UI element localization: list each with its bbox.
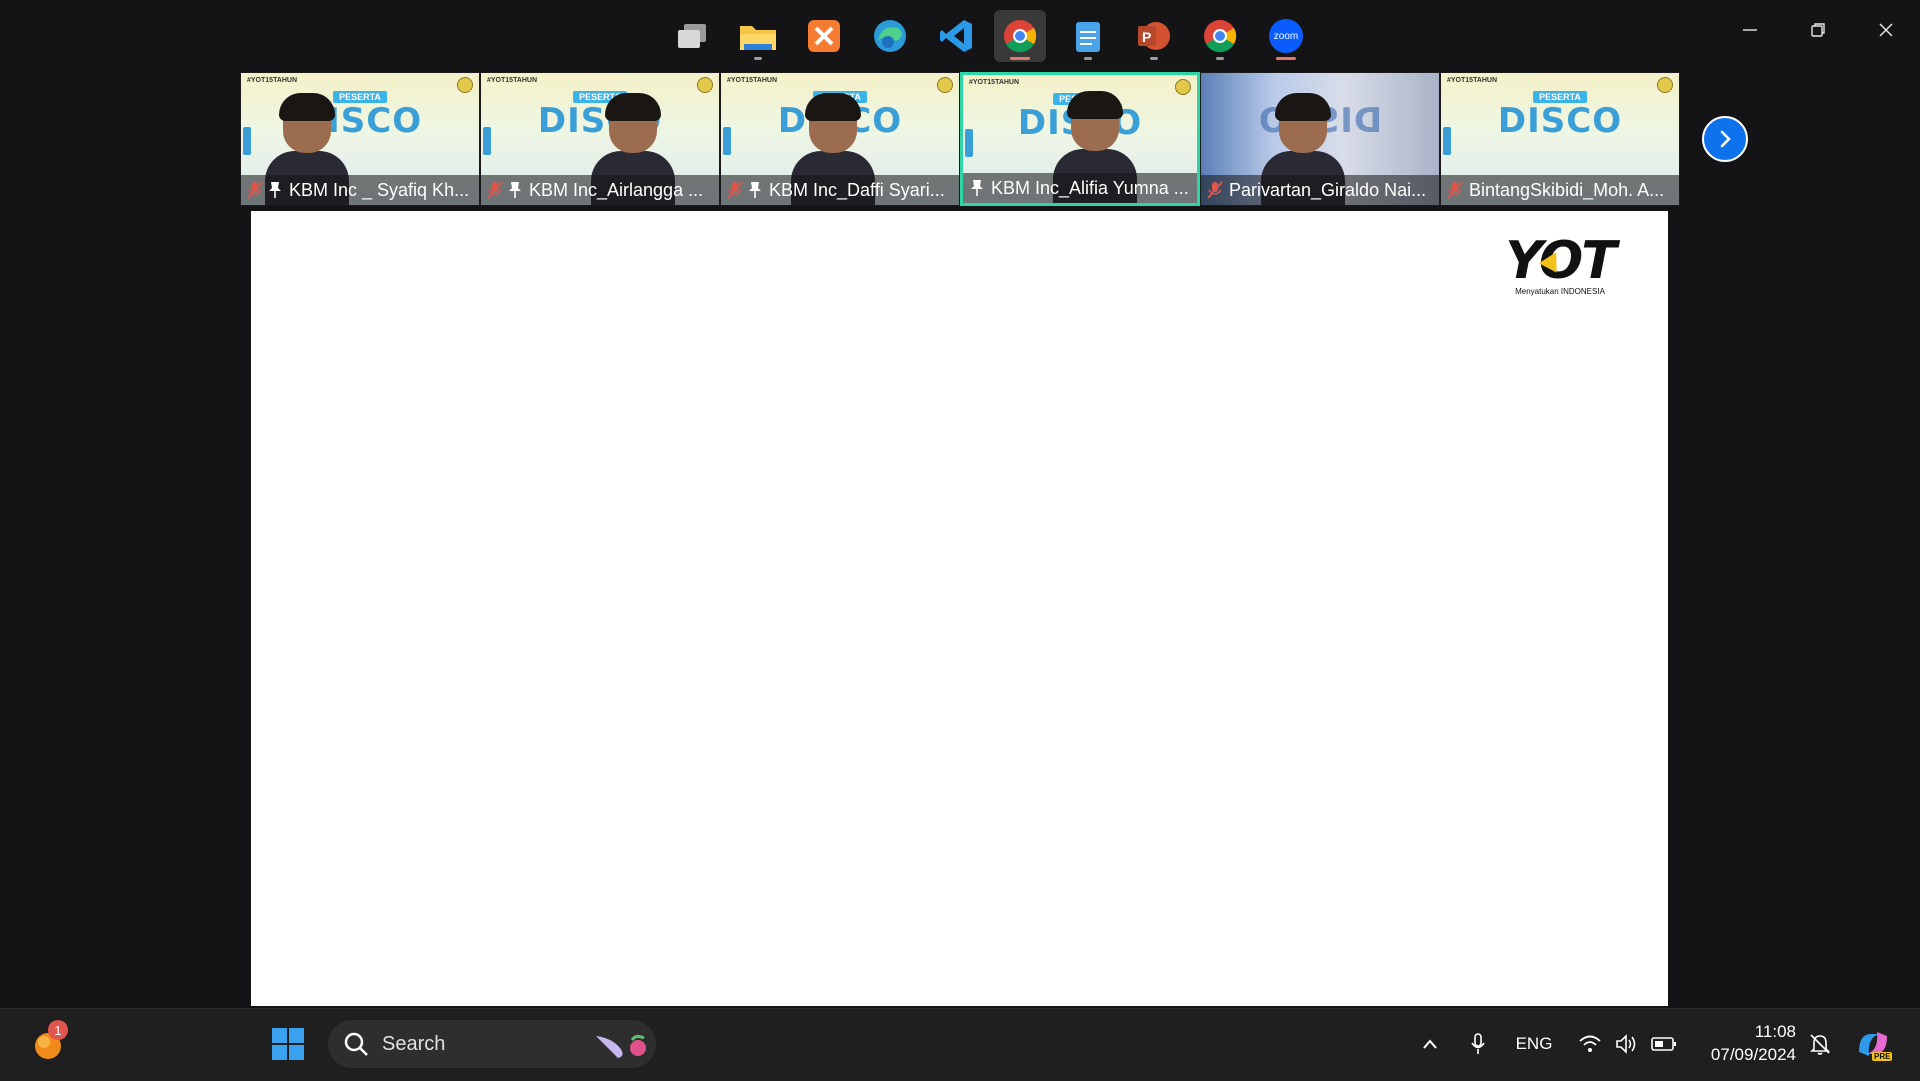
participant-namebar: KBM Inc_Airlangga ... [481,175,719,205]
close-button[interactable] [1852,12,1920,48]
pin-icon [967,178,987,198]
volume-icon [1616,1034,1636,1054]
microphone-button[interactable] [1462,1008,1494,1080]
participant-namebar: Parivartan_Giraldo Nai... [1201,175,1439,205]
participant-tile[interactable]: #YOT15TAHUNPESERTADISCOKBM Inc_Daffi Sya… [720,72,960,206]
chrome-profile-button[interactable] [1194,10,1246,62]
vscode-button[interactable] [930,10,982,62]
participant-name: KBM Inc _ Syafiq Kh... [289,179,470,200]
chrome-icon [1204,20,1237,53]
volume-button[interactable] [1610,1008,1642,1080]
powerpoint-icon: P [1138,22,1170,50]
bell-icon [1810,1034,1830,1055]
battery-icon [1651,1037,1676,1051]
bg-hashtag: #YOT15TAHUN [727,77,778,84]
pin-icon [505,180,525,200]
notepad-button[interactable] [1062,10,1114,62]
participant-namebar: KBM Inc_Daffi Syari... [721,175,959,205]
clock-date: 07/09/2024 [1710,1045,1796,1064]
language-label: ENG [1515,1034,1553,1053]
participant-name: KBM Inc_Daffi Syari... [769,179,945,200]
window-controls [1716,12,1920,48]
muted-mic-icon [1445,180,1465,200]
language-indicator[interactable]: ENG [1508,1008,1560,1080]
pin-icon [265,180,285,200]
seal-icon [1175,79,1191,95]
seal-icon [457,77,473,93]
participant-tile[interactable]: #YOT15TAHUN PESERTA DISCO KBM Inc _ Syafiq … [240,72,480,206]
bg-hashtag: #YOT15TAHUN [487,77,538,84]
copilot-button[interactable]: PRE [1852,1008,1894,1080]
seal-icon [697,77,713,93]
yot-logo: YOT Menyatukan INDONESIA [1490,235,1630,296]
vscode-icon [940,20,972,52]
windows-icon [272,1028,304,1060]
participant-namebar: BintangSkibidi_Moh. A... [1441,175,1679,205]
chrome-button[interactable] [994,10,1046,62]
chrome-icon [1004,20,1037,53]
show-hidden-icons-button[interactable] [1414,1008,1446,1080]
seal-icon [1657,77,1673,93]
svg-text:P: P [1142,29,1151,45]
folder-icon [740,26,776,50]
zoom-button[interactable]: zoom [1260,10,1312,62]
xampp-icon [808,20,840,52]
participant-name: Parivartan_Giraldo Nai... [1229,179,1427,200]
search-label: Search [382,1032,446,1055]
copilot-badge: PRE [1872,1052,1893,1061]
microphone-icon [1471,1033,1485,1054]
participant-name: KBM Inc_Alifia Yumna ... [991,177,1189,198]
muted-mic-icon [1205,180,1225,200]
participant-namebar: KBM Inc_Alifia Yumna ... [963,173,1197,203]
participant-namebar: KBM Inc _ Syafiq Kh... [241,175,479,205]
wifi-icon [1579,1035,1601,1052]
chevron-up-icon [1423,1039,1437,1049]
participant-tile[interactable]: #YOT15TAHUN PESERTA DISCO BintangSkibidi_Mo… [1440,72,1680,206]
search-box[interactable]: Search [328,1020,656,1068]
wifi-button[interactable] [1574,1008,1606,1080]
hummingbird-icon [596,1034,646,1058]
bg-title: DISCO [1497,101,1623,141]
seal-icon [937,77,953,93]
participant-name: KBM Inc_Airlangga ... [529,179,704,200]
notification-badge: 1 [48,1020,68,1040]
participant-tile[interactable]: #YOT15TAHUN PESERTA DISCO KBM Inc_Airlangga… [480,72,720,206]
close-icon [1879,23,1893,37]
pin-icon [745,180,765,200]
powerpoint-button[interactable]: P [1128,10,1180,62]
minimize-icon [1743,29,1757,31]
notifications-button[interactable] [1802,1008,1838,1080]
participant-tile[interactable]: DISCOParivartan_Giraldo Nai... [1200,72,1440,206]
search-icon [344,1032,368,1056]
muted-mic-icon [245,180,265,200]
participant-tile[interactable]: #YOT15TAHUNPESERTADISCOKBM Inc_Alifia Yu… [960,72,1200,206]
edge-button[interactable] [864,10,916,62]
bg-hashtag: #YOT15TAHUN [247,77,298,84]
restore-icon [1811,23,1825,37]
next-page-button[interactable] [1702,116,1748,162]
start-button[interactable] [262,1018,314,1070]
zoom-label: zoom [1273,30,1299,42]
bg-hashtag: #YOT15TAHUN [969,79,1020,86]
muted-mic-icon [485,180,505,200]
clock[interactable]: 11:08 07/09/2024 [1696,1020,1796,1066]
restore-button[interactable] [1784,12,1852,48]
clock-time: 11:08 [1754,1022,1796,1041]
shared-screen: YOT Menyatukan INDONESIA [251,211,1668,1006]
chevron-right-icon [1720,130,1731,148]
participant-strip: #YOT15TAHUN PESERTA DISCO KBM Inc _ Syafiq … [240,72,1680,206]
notepad-icon [1076,22,1100,52]
file-explorer-button[interactable] [732,10,784,62]
participant-name: BintangSkibidi_Moh. A... [1469,179,1665,200]
bg-hashtag: #YOT15TAHUN [1447,77,1498,84]
task-view-icon [678,24,706,48]
minimize-button[interactable] [1716,12,1784,48]
battery-button[interactable] [1646,1008,1682,1080]
task-view-button[interactable] [666,10,718,62]
xampp-button[interactable] [798,10,850,62]
muted-mic-icon [725,180,745,200]
edge-icon [874,20,906,52]
